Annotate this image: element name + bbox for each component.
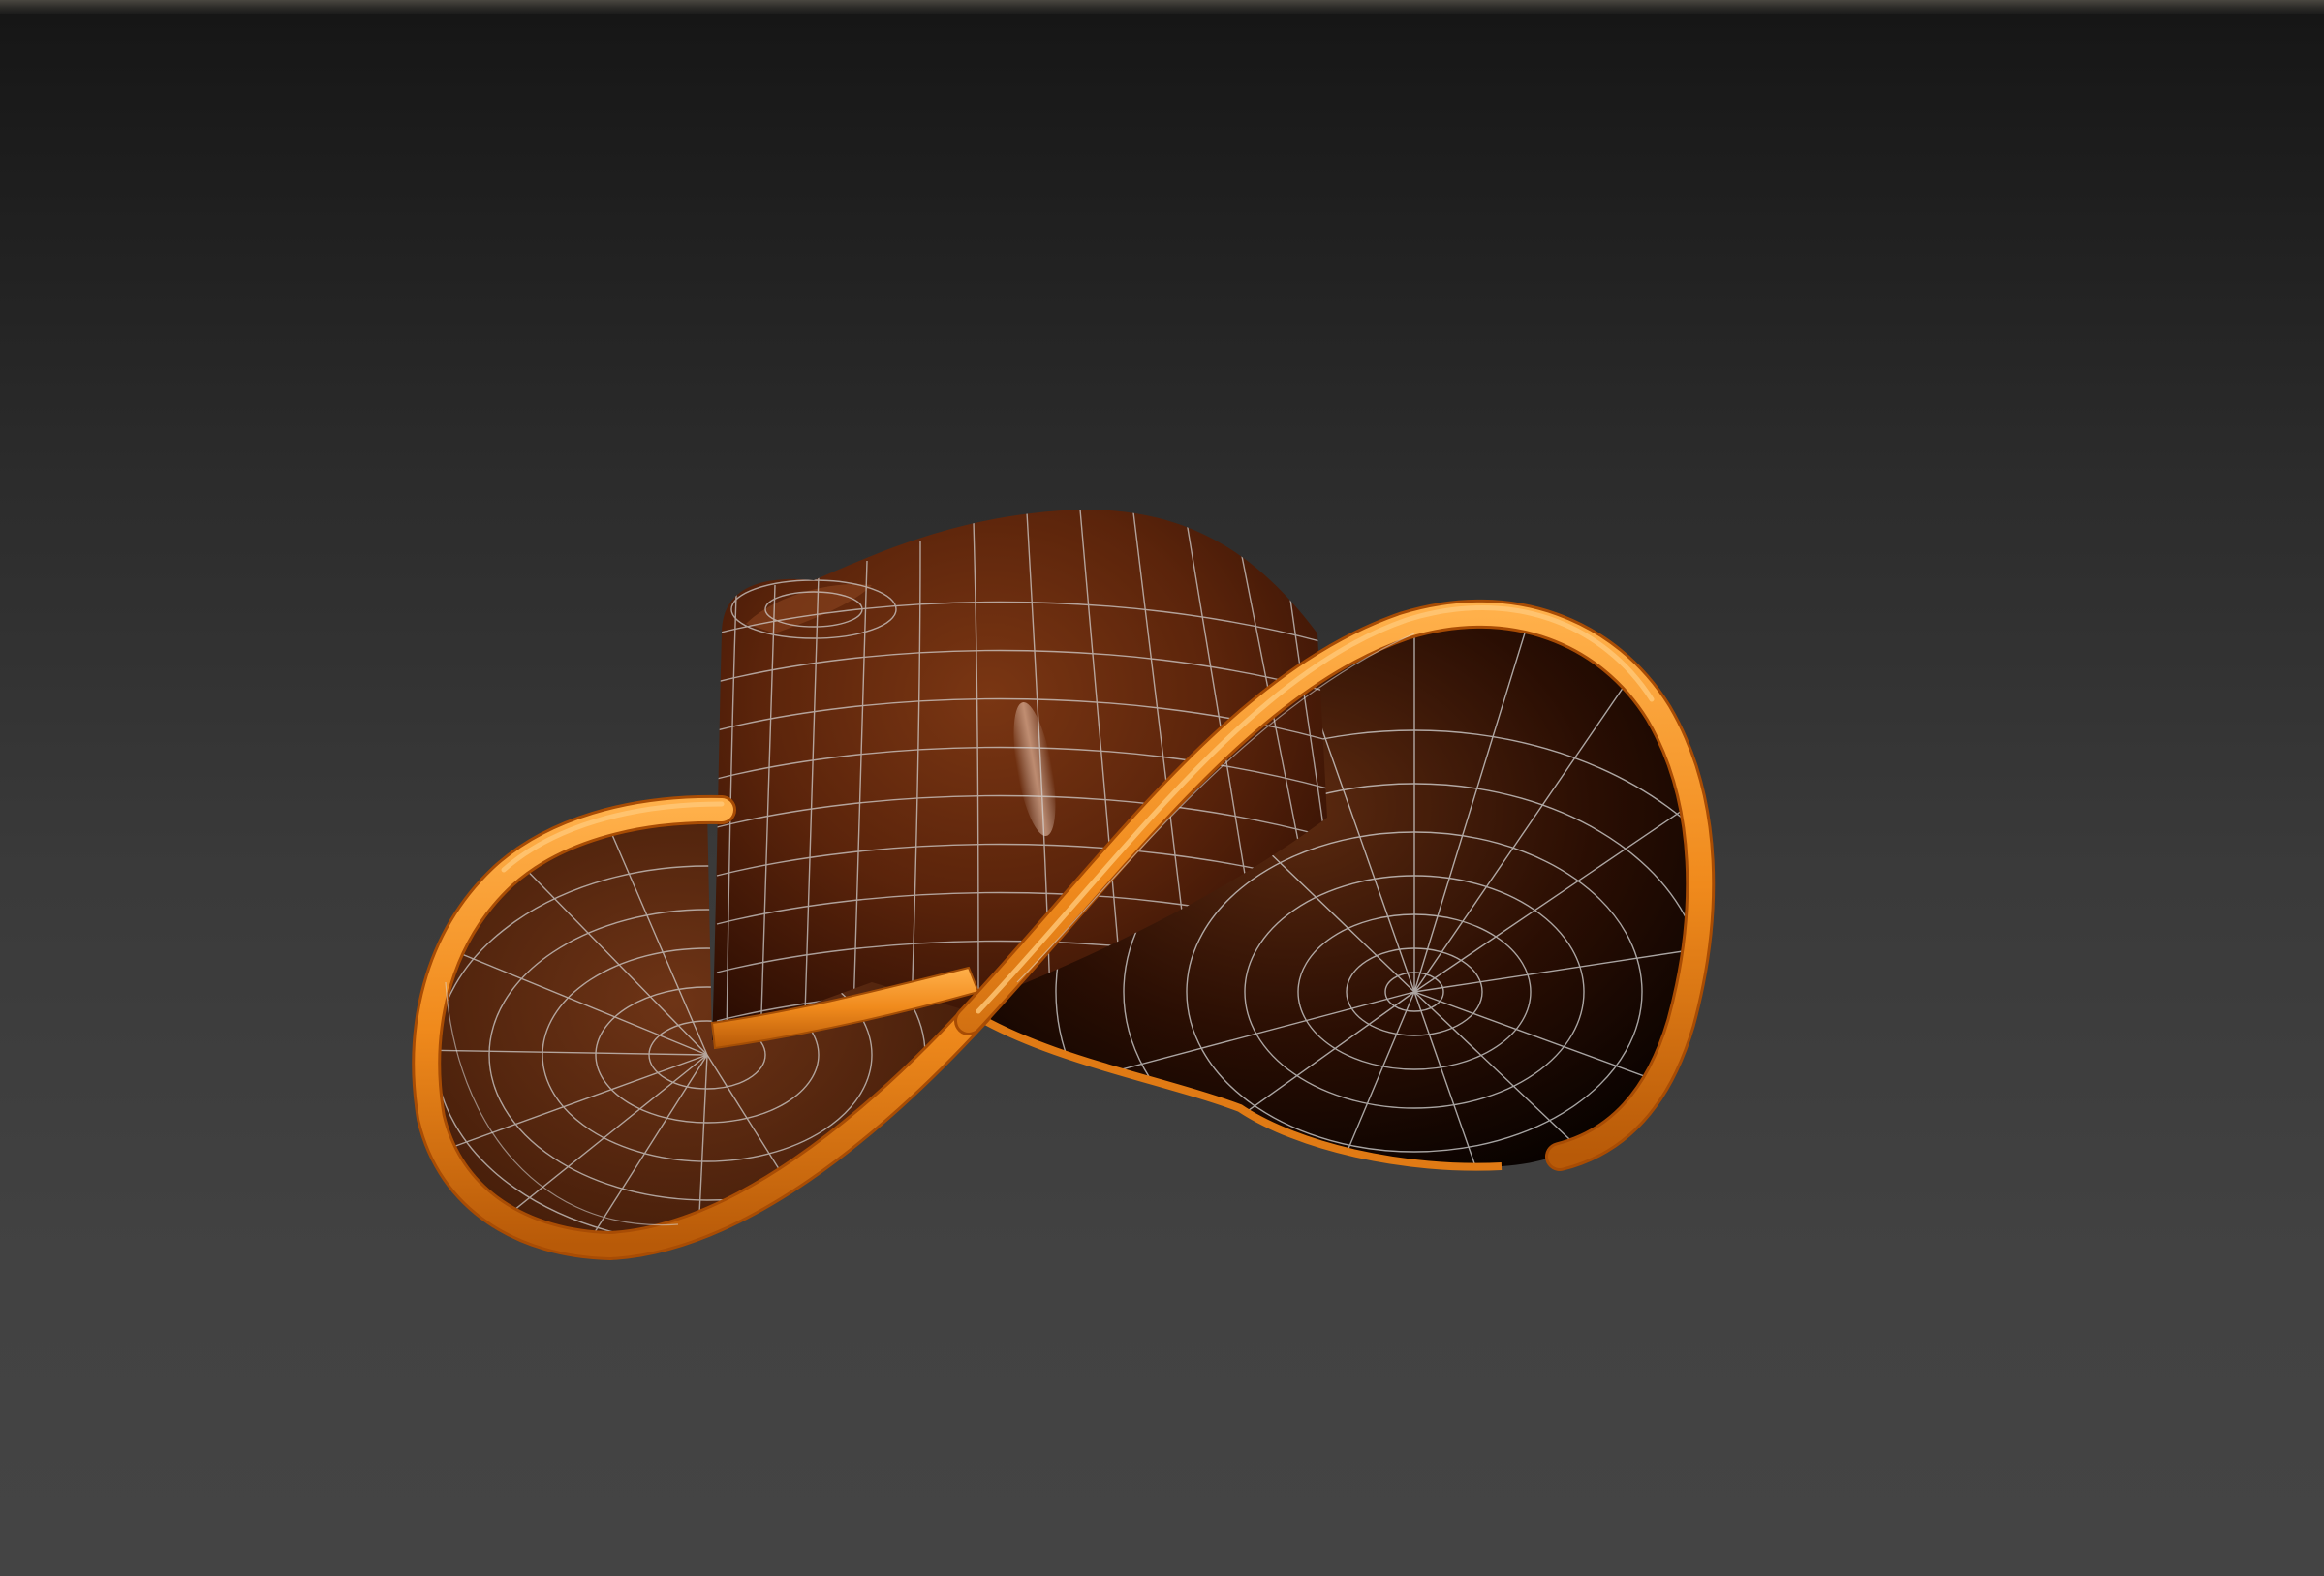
- application-window: [0, 0, 2324, 1576]
- 3d-viewport[interactable]: [0, 14, 2324, 1576]
- viewport-canvas[interactable]: [0, 14, 2324, 1576]
- title-bar: [0, 0, 2324, 15]
